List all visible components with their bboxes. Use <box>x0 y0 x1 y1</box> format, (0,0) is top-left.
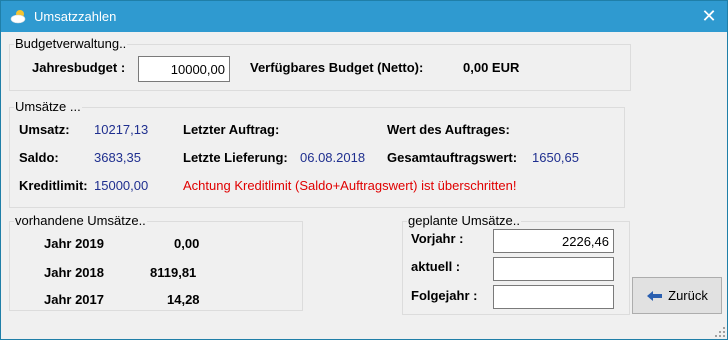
title-bar[interactable]: Umsatzzahlen ✕ <box>1 1 727 32</box>
aktuell-input[interactable] <box>493 257 614 281</box>
jahresbudget-label: Jahresbudget : <box>32 60 126 75</box>
window-title: Umsatzzahlen <box>34 9 117 24</box>
kreditlimit-label: Kreditlimit: <box>19 178 88 193</box>
letzter-auftrag-label: Letzter Auftrag: <box>183 122 280 137</box>
verfuegbar-value: 0,00 EUR <box>463 60 520 75</box>
vorjahr-input[interactable] <box>493 229 614 253</box>
gesamtauftragswert-value: 1650,65 <box>532 150 579 165</box>
gesamtauftragswert-label: Gesamtauftragswert: <box>387 150 518 165</box>
umsatzzahlen-window: Umsatzzahlen ✕ Budgetverwaltung.. Jahres… <box>0 0 728 340</box>
umsatz-value: 10217,13 <box>94 122 149 137</box>
umsatz-label: Umsatz: <box>19 122 70 137</box>
budget-group-label: Budgetverwaltung.. <box>14 36 128 51</box>
verfuegbar-label: Verfügbares Budget (Netto): <box>250 60 424 75</box>
kreditlimit-warning: Achtung Kreditlimit (Saldo+Auftragswert)… <box>183 178 517 193</box>
kreditlimit-value: 15000,00 <box>94 178 149 193</box>
client-area: Budgetverwaltung.. Jahresbudget : Verfüg… <box>1 32 727 339</box>
saldo-value: 3683,35 <box>94 150 141 165</box>
jahr-2019-value: 0,00 <box>174 236 200 251</box>
jahr-2018-label: Jahr 2018 <box>44 265 104 280</box>
close-icon: ✕ <box>701 6 717 26</box>
saldo-label: Saldo: <box>19 150 59 165</box>
resize-grip-icon[interactable] <box>714 326 726 338</box>
letzte-lieferung-value: 06.08.2018 <box>300 150 366 165</box>
cloud-sun-icon <box>10 10 26 24</box>
close-button[interactable]: ✕ <box>691 1 727 32</box>
vorhandene-group: vorhandene Umsätze.. Jahr 2019 0,00 Jahr… <box>9 213 303 311</box>
jahr-2017-label: Jahr 2017 <box>44 292 104 307</box>
budget-group: Budgetverwaltung.. Jahresbudget : Verfüg… <box>9 36 631 91</box>
aktuell-label: aktuell : <box>411 259 461 274</box>
zurueck-button-label: Zurück <box>668 288 708 303</box>
zurueck-button[interactable]: Zurück <box>632 277 722 314</box>
jahr-2017-value: 14,28 <box>167 292 200 307</box>
folgejahr-label: Folgejahr : <box>411 288 478 303</box>
folgejahr-input[interactable] <box>493 285 614 309</box>
wert-auftrag-label: Wert des Auftrages: <box>387 122 510 137</box>
back-arrow-icon <box>647 290 663 301</box>
letzte-lieferung-label: Letzte Lieferung: <box>183 150 288 165</box>
jahr-2018-value: 8119,81 <box>150 265 197 280</box>
vorhandene-group-label: vorhandene Umsätze.. <box>14 213 147 228</box>
geplante-group-label: geplante Umsätze.. <box>407 213 522 228</box>
jahr-2019-label: Jahr 2019 <box>44 236 104 251</box>
geplante-group: geplante Umsätze.. Vorjahr : aktuell : F… <box>402 213 630 315</box>
umsaetze-group-label: Umsätze ... <box>14 99 82 114</box>
jahresbudget-input[interactable] <box>138 56 230 82</box>
vorjahr-label: Vorjahr : <box>411 231 464 246</box>
umsaetze-group: Umsätze ... Umsatz: 10217,13 Saldo: 3683… <box>9 99 625 208</box>
